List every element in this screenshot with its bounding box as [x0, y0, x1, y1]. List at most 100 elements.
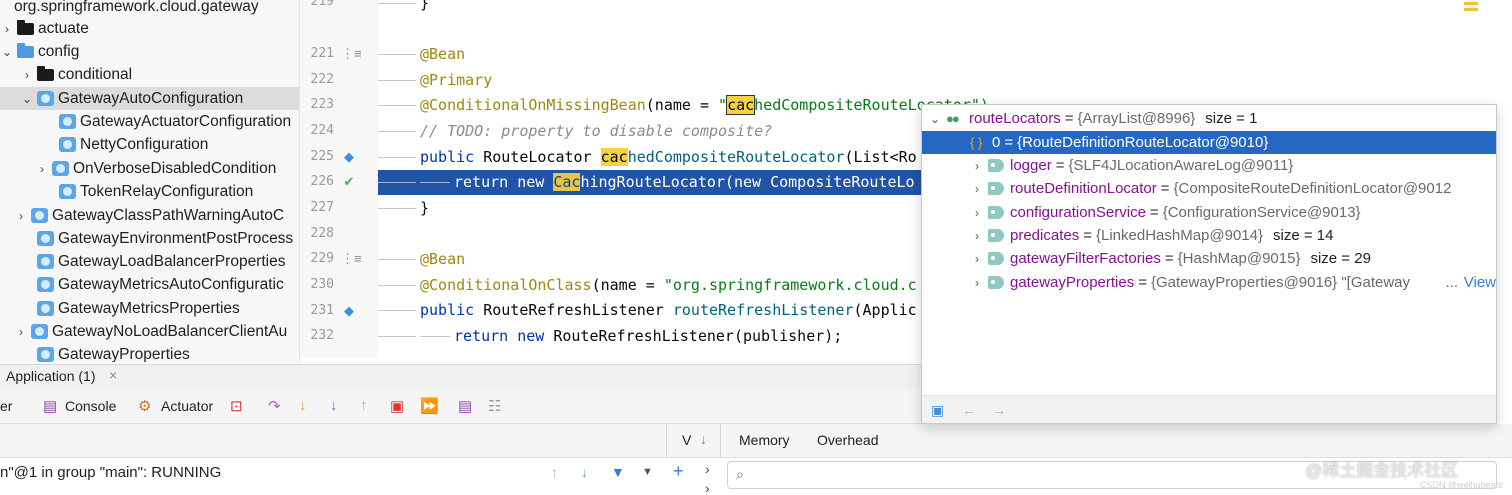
scroll-marker[interactable]: [1464, 2, 1478, 5]
chevron-down-icon[interactable]: ↓: [700, 431, 707, 447]
drop-frame-icon[interactable]: ▣: [390, 397, 404, 415]
layout-icon[interactable]: ⊡: [230, 397, 243, 415]
chevron-right-icon[interactable]: ›: [0, 22, 14, 36]
add-to-watches-icon[interactable]: ▣: [931, 402, 944, 419]
variable-name: routeDefinitionLocator: [1010, 180, 1157, 197]
indent-guide: [420, 170, 450, 183]
class-icon: [37, 277, 54, 292]
filter-icon[interactable]: ▼: [611, 464, 625, 480]
debug-variables-popup[interactable]: ⌄ ●● routeLocators = {ArrayList@8996} si…: [921, 104, 1497, 424]
scroll-marker[interactable]: [1464, 8, 1478, 11]
close-icon[interactable]: ×: [109, 367, 117, 383]
class-icon: [59, 137, 76, 152]
chevron-right-icon[interactable]: ›: [705, 480, 710, 495]
watermark-small: CSDN @weihubeats: [1420, 480, 1503, 490]
back-arrow-icon[interactable]: ←: [962, 402, 976, 418]
code-token: hedCompositeRouteLocator: [627, 148, 845, 166]
trace-icon[interactable]: ☷: [488, 397, 501, 415]
evaluate-icon[interactable]: ▤: [458, 397, 472, 415]
code-token: @Bean: [420, 45, 466, 63]
chevron-right-icon[interactable]: ›: [20, 68, 34, 82]
variable-row-gateway-filter-factories[interactable]: › gatewayFilterFactories = {HashMap@9015…: [922, 247, 1496, 270]
tab-overhead[interactable]: Overhead: [817, 432, 878, 448]
variables-header[interactable]: V: [682, 432, 691, 448]
chevron-down-icon[interactable]: ⌄: [20, 92, 34, 106]
chevron-right-icon[interactable]: ›: [970, 206, 984, 220]
debugger-tab[interactable]: er: [0, 398, 12, 414]
chevron-down-icon[interactable]: ⌄: [0, 45, 14, 59]
add-icon[interactable]: +: [673, 461, 684, 482]
variable-row-configuration-service[interactable]: › configurationService = {ConfigurationS…: [922, 201, 1496, 224]
tree-item-config[interactable]: ⌄ config: [0, 40, 299, 63]
tab-memory[interactable]: Memory: [739, 432, 790, 448]
chevron-right-icon[interactable]: ›: [970, 252, 984, 266]
bean-cube-icon[interactable]: ◆: [341, 149, 357, 165]
chevron-right-icon[interactable]: ›: [14, 325, 28, 339]
variable-type: {HashMap@9015}: [1177, 250, 1301, 267]
indent-guide: [378, 145, 416, 158]
tree-item-gateway-class-path-warning[interactable]: › GatewayClassPathWarningAutoC: [0, 204, 299, 227]
tree-item-label: GatewayMetricsAutoConfiguratic: [58, 275, 284, 293]
chevron-right-icon[interactable]: ›: [970, 159, 984, 173]
code-token: }: [420, 0, 430, 12]
tree-item-gateway-properties[interactable]: GatewayProperties: [0, 343, 299, 362]
console-tab[interactable]: Console: [65, 398, 116, 414]
array-element-icon: { }: [970, 135, 983, 150]
arrow-down-icon[interactable]: ↓: [581, 464, 588, 480]
tree-item-gateway-actuator-configuration[interactable]: GatewayActuatorConfiguration: [0, 110, 299, 133]
arrow-up-icon[interactable]: ↑: [551, 464, 558, 480]
tree-item-on-verbose-disabled-condition[interactable]: › OnVerboseDisabledCondition: [0, 157, 299, 180]
code-token: (List<Ro: [844, 148, 917, 166]
variable-row-route-definition-locator[interactable]: › routeDefinitionLocator = {CompositeRou…: [922, 177, 1496, 200]
chevron-right-icon[interactable]: ›: [970, 229, 984, 243]
thread-status[interactable]: n"@1 in group "main": RUNNING: [0, 464, 221, 481]
chevron-right-icon[interactable]: ›: [705, 461, 710, 477]
tree-item-gateway-load-balancer-properties[interactable]: GatewayLoadBalancerProperties: [0, 250, 299, 273]
tree-item-actuate[interactable]: › actuate: [0, 17, 299, 40]
tree-item-gateway-metrics-auto-configuration[interactable]: GatewayMetricsAutoConfiguratic: [0, 273, 299, 296]
tree-item-gateway-auto-configuration[interactable]: ⌄ GatewayAutoConfiguration: [0, 87, 299, 110]
variable-row-route-locators[interactable]: ⌄ ●● routeLocators = {ArrayList@8996} si…: [922, 107, 1496, 130]
line-number: 231: [310, 303, 334, 318]
code-token: CompositeRouteLo: [761, 173, 915, 191]
variable-row-logger[interactable]: › logger = {SLF4JLocationAwareLog@9011}: [922, 154, 1496, 177]
run-to-cursor-icon[interactable]: ⏩: [420, 397, 439, 415]
step-over-icon[interactable]: ↷: [268, 397, 281, 415]
chevron-right-icon[interactable]: ›: [35, 162, 49, 176]
actuator-tab[interactable]: Actuator: [161, 398, 213, 414]
tree-item-package[interactable]: org.springframework.cloud.gateway: [0, 0, 299, 18]
dropdown-icon[interactable]: ▼: [642, 466, 653, 478]
variable-type: {SLF4JLocationAwareLog@9011}: [1068, 157, 1294, 174]
variable-equals: =: [1083, 227, 1092, 244]
force-step-into-icon[interactable]: ↓: [330, 397, 338, 414]
breakpoint-check-icon[interactable]: ✔: [341, 174, 357, 190]
tree-item-netty-configuration[interactable]: NettyConfiguration: [0, 133, 299, 156]
bean-gutter-icon[interactable]: ⋮≡: [341, 46, 362, 62]
variable-row-element-0[interactable]: { } 0 = {RouteDefinitionRouteLocator@901…: [922, 131, 1496, 154]
code-token: routeRefreshListener: [672, 301, 854, 319]
step-out-icon[interactable]: ↑: [360, 397, 368, 414]
class-icon: [31, 324, 48, 339]
run-tab-application[interactable]: Application (1): [6, 368, 96, 384]
chevron-right-icon[interactable]: ›: [14, 209, 28, 223]
code-token: RouteRefreshListener: [474, 301, 673, 319]
tree-item-gateway-environment-post-process[interactable]: GatewayEnvironmentPostProcess: [0, 227, 299, 250]
tree-item-gateway-no-load-balancer[interactable]: › GatewayNoLoadBalancerClientAu: [0, 320, 299, 343]
indent-guide: [378, 324, 416, 337]
code-line-230: @ConditionalOnClass(name = "org.springfr…: [378, 273, 917, 298]
bean-cube-icon[interactable]: ◆: [341, 303, 357, 319]
variable-row-predicates[interactable]: › predicates = {LinkedHashMap@9014} size…: [922, 224, 1496, 247]
chevron-right-icon[interactable]: ›: [970, 276, 984, 290]
forward-arrow-icon[interactable]: →: [992, 402, 1006, 418]
bean-gutter-icon[interactable]: ⋮≡: [341, 251, 362, 267]
variable-row-gateway-properties[interactable]: › gatewayProperties = {GatewayProperties…: [922, 271, 1496, 294]
chevron-down-icon[interactable]: ⌄: [928, 112, 942, 126]
tree-item-label: TokenRelayConfiguration: [80, 182, 254, 200]
step-into-icon[interactable]: ↓: [299, 397, 307, 414]
tree-item-token-relay-configuration[interactable]: TokenRelayConfiguration: [0, 180, 299, 203]
code-line-224: // TODO: property to disable composite?: [378, 119, 772, 144]
view-link[interactable]: View: [1464, 274, 1496, 291]
chevron-right-icon[interactable]: ›: [970, 182, 984, 196]
tree-item-gateway-metrics-properties[interactable]: GatewayMetricsProperties: [0, 297, 299, 320]
tree-item-conditional[interactable]: › conditional: [0, 63, 299, 86]
